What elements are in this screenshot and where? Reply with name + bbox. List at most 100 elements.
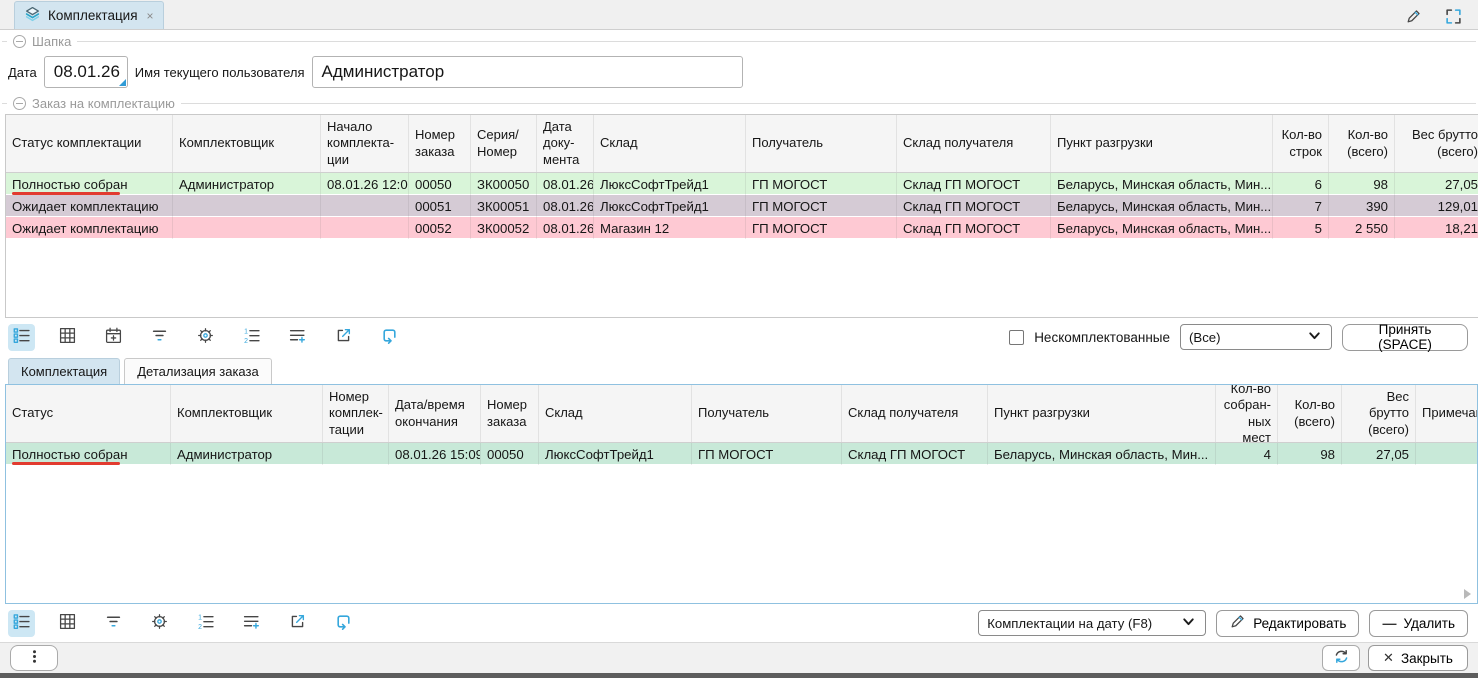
cell[interactable]: Ожидает комплектацию [6, 217, 173, 239]
grid-view-button[interactable] [54, 610, 81, 637]
column-header-12[interactable]: Примечание [1416, 385, 1478, 442]
date-field[interactable]: 08.01.26 [44, 56, 128, 88]
column-header-0[interactable]: Статус [6, 385, 171, 442]
filter-select[interactable]: (Все) [1180, 324, 1332, 350]
column-header-11[interactable]: Вес брутто (всего) [1342, 385, 1416, 442]
cell[interactable] [321, 195, 409, 217]
calendar-add-button[interactable] [100, 324, 127, 351]
cell[interactable]: Склад ГП МОГОСТ [897, 173, 1051, 195]
detail-tab-inactive[interactable]: Детализация заказа [124, 358, 271, 384]
cell[interactable]: 129,01 [1395, 195, 1478, 217]
column-header-9[interactable]: Пункт разгрузки [1051, 115, 1273, 172]
column-header-7[interactable]: Получатель [746, 115, 897, 172]
column-header-1[interactable]: Комплектовщик [171, 385, 323, 442]
cell[interactable]: Склад ГП МОГОСТ [842, 443, 988, 465]
cell[interactable]: ГП МОГОСТ [692, 443, 842, 465]
cell[interactable]: 7 [1273, 195, 1329, 217]
open-external-button[interactable] [284, 610, 311, 637]
cell[interactable]: Администратор [173, 173, 321, 195]
numbered-list-button[interactable]: 12 [238, 324, 265, 351]
edit-button[interactable]: Редактировать [1216, 610, 1359, 637]
cell[interactable]: 08.01.26 [537, 173, 594, 195]
unassembled-checkbox[interactable] [1009, 330, 1024, 345]
cell[interactable]: Беларусь, Минская область, Мин... [1051, 173, 1273, 195]
list-view-button[interactable] [8, 324, 35, 351]
filter-button[interactable] [146, 324, 173, 351]
fullscreen-icon[interactable] [1442, 5, 1464, 27]
grid-view-button[interactable] [54, 324, 81, 351]
delete-button[interactable]: — Удалить [1369, 610, 1468, 637]
table-row[interactable]: Ожидает комплектацию00052ЗК0005208.01.26… [6, 217, 1478, 239]
column-header-2[interactable]: Начало комплекта­ции [321, 115, 409, 172]
column-header-0[interactable]: Статус комплектации [6, 115, 173, 172]
cell[interactable]: 00050 [481, 443, 539, 465]
cell[interactable]: ГП МОГОСТ [746, 195, 897, 217]
cell[interactable]: ЛюксСофтТрейд1 [594, 173, 746, 195]
cell[interactable] [173, 195, 321, 217]
unassembled-checkbox-label[interactable]: Нескомплектованные [1034, 330, 1170, 345]
cell[interactable]: 6 [1273, 173, 1329, 195]
cell[interactable]: Беларусь, Минская область, Мин... [1051, 195, 1273, 217]
cell[interactable]: Магазин 12 [594, 217, 746, 239]
column-header-1[interactable]: Комплектовщик [173, 115, 321, 172]
column-header-10[interactable]: Кол-во строк [1273, 115, 1329, 172]
cell[interactable]: ГП МОГОСТ [746, 217, 897, 239]
tab-komplektacia[interactable]: Комплектация × [14, 1, 164, 29]
refresh-loop-button[interactable] [330, 610, 357, 637]
cell[interactable]: ГП МОГОСТ [746, 173, 897, 195]
column-header-3[interactable]: Дата/время окончания [389, 385, 481, 442]
column-header-2[interactable]: Номер комплек­тации [323, 385, 389, 442]
cell[interactable]: Беларусь, Минская область, Мин... [988, 443, 1216, 465]
column-header-8[interactable]: Пункт разгрузки [988, 385, 1216, 442]
settings-gear-button[interactable] [146, 610, 173, 637]
cell[interactable] [1416, 443, 1478, 465]
table-row[interactable]: Полностью собранАдминистратор08.01.26 12… [6, 173, 1478, 195]
cell[interactable]: Ожидает комплектацию [6, 195, 173, 217]
column-header-6[interactable]: Склад [594, 115, 746, 172]
refresh-loop-button[interactable] [376, 324, 403, 351]
cell[interactable]: Администратор [171, 443, 323, 465]
cell[interactable]: ЗК00051 [471, 195, 537, 217]
settings-gear-button[interactable] [192, 324, 219, 351]
list-view-button[interactable] [8, 610, 35, 637]
accept-button[interactable]: Принять (SPACE) [1342, 324, 1468, 351]
column-header-7[interactable]: Склад получателя [842, 385, 988, 442]
column-header-8[interactable]: Склад получателя [897, 115, 1051, 172]
mode-select[interactable]: Комплектации на дату (F8) [978, 610, 1206, 636]
close-button[interactable]: ✕ Закрыть [1368, 645, 1468, 671]
cell[interactable]: 08.01.26 [537, 217, 594, 239]
cell[interactable]: 00051 [409, 195, 471, 217]
cell[interactable]: 2 550 [1329, 217, 1395, 239]
detail-tab-active[interactable]: Комплектация [8, 358, 120, 384]
current-user-field[interactable]: Администратор [312, 56, 743, 88]
refresh-button[interactable] [1322, 645, 1360, 671]
cell[interactable]: 08.01.26 12:09 [321, 173, 409, 195]
cell[interactable]: ЗК00052 [471, 217, 537, 239]
edit-pencil-icon[interactable] [1402, 5, 1424, 27]
column-header-4[interactable]: Номер заказа [481, 385, 539, 442]
column-header-4[interactable]: Серия/ Номер [471, 115, 537, 172]
cell[interactable] [321, 217, 409, 239]
filter-button[interactable] [100, 610, 127, 637]
cell[interactable]: 00050 [409, 173, 471, 195]
cell[interactable] [323, 443, 389, 465]
cell[interactable] [173, 217, 321, 239]
add-list-button[interactable] [238, 610, 265, 637]
column-header-5[interactable]: Склад [539, 385, 692, 442]
cell[interactable]: 27,05 [1395, 173, 1478, 195]
column-header-9[interactable]: Кол-во собран­ных мест [1216, 385, 1278, 442]
column-header-3[interactable]: Номер заказа [409, 115, 471, 172]
menu-kebab-button[interactable] [10, 645, 58, 671]
collapse-icon[interactable] [13, 35, 26, 48]
cell[interactable]: Полностью собран [6, 443, 171, 465]
cell[interactable]: 98 [1329, 173, 1395, 195]
cell[interactable]: 08.01.26 [537, 195, 594, 217]
cell[interactable]: Склад ГП МОГОСТ [897, 217, 1051, 239]
cell[interactable]: 27,05 [1342, 443, 1416, 465]
open-external-button[interactable] [330, 324, 357, 351]
cell[interactable]: 98 [1278, 443, 1342, 465]
cell[interactable]: 4 [1216, 443, 1278, 465]
cell[interactable]: 5 [1273, 217, 1329, 239]
cell[interactable]: ЛюксСофтТрейд1 [594, 195, 746, 217]
cell[interactable]: 18,21 [1395, 217, 1478, 239]
